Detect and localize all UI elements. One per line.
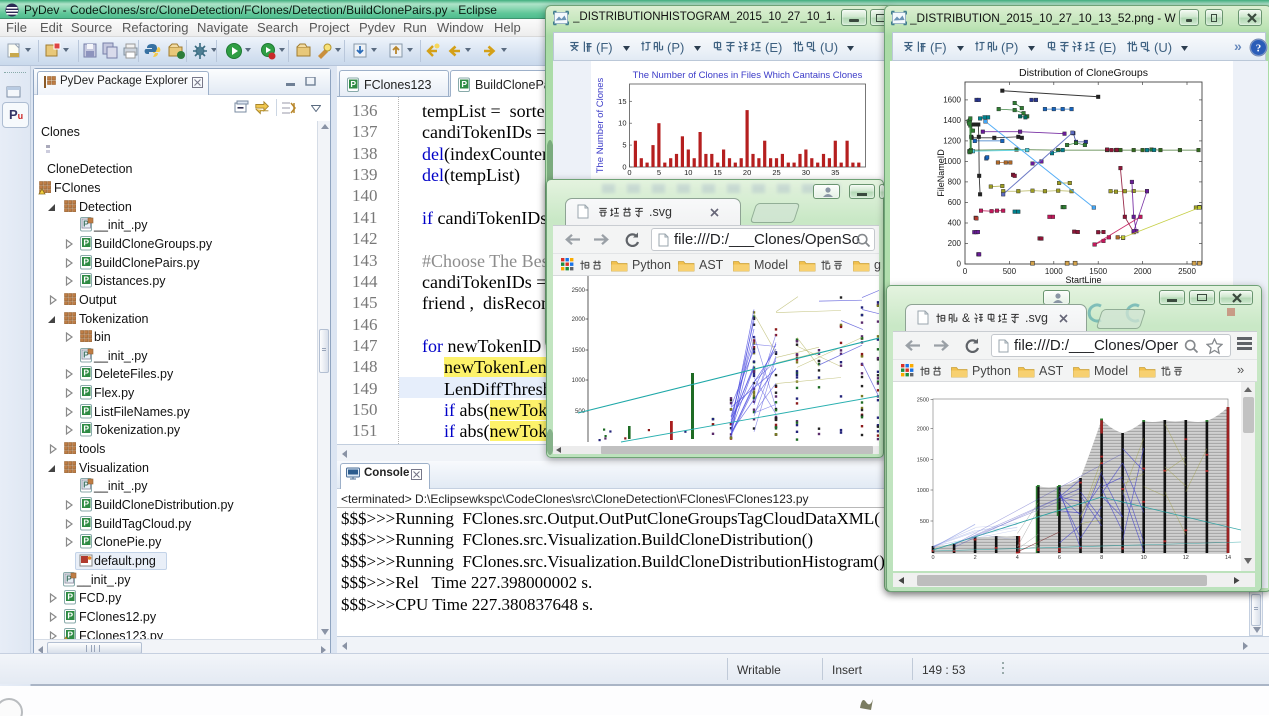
svg-text:P: P <box>67 629 73 639</box>
svg-text:25: 25 <box>772 168 780 177</box>
svg-text:5: 5 <box>622 141 626 150</box>
svg-text:800: 800 <box>948 177 962 186</box>
svg-text:The Number of Clones: The Number of Clones <box>595 77 606 173</box>
svg-text:15: 15 <box>714 168 722 177</box>
svg-text:5: 5 <box>657 168 661 177</box>
svg-text:500: 500 <box>920 519 929 525</box>
svg-text:1500: 1500 <box>917 458 929 464</box>
svg-text:1600: 1600 <box>943 95 961 104</box>
svg-text:P: P <box>83 405 89 415</box>
svg-text:The Number of Clones in Files: The Number of Clones in Files Which Cant… <box>633 70 863 81</box>
svg-text:500: 500 <box>1003 267 1017 276</box>
svg-text:0: 0 <box>627 168 631 177</box>
svg-text:P: P <box>83 368 89 378</box>
svg-text:10: 10 <box>1141 555 1147 561</box>
svg-text:1200: 1200 <box>943 136 961 145</box>
svg-text:P: P <box>83 237 89 247</box>
svg-text:1000: 1000 <box>1045 267 1063 276</box>
svg-text:8: 8 <box>1100 555 1103 561</box>
svg-text:0: 0 <box>931 555 934 561</box>
svg-text:P: P <box>83 499 89 509</box>
svg-text:1000: 1000 <box>917 488 929 494</box>
svg-text:P: P <box>83 536 89 546</box>
svg-text:0: 0 <box>957 260 962 269</box>
svg-text:20: 20 <box>743 168 751 177</box>
svg-text:P: P <box>67 592 73 602</box>
svg-text:2: 2 <box>974 555 977 561</box>
svg-text:P: P <box>83 517 89 527</box>
svg-text:2500: 2500 <box>572 288 586 294</box>
svg-text:P: P <box>350 79 356 89</box>
svg-text:6: 6 <box>1058 555 1061 561</box>
svg-text:1000: 1000 <box>943 157 961 166</box>
svg-text:0: 0 <box>963 267 968 276</box>
svg-text:12: 12 <box>1183 555 1189 561</box>
svg-text:0: 0 <box>622 163 626 172</box>
svg-text:2000: 2000 <box>572 317 586 323</box>
svg-text:2000: 2000 <box>917 427 929 433</box>
svg-text:4: 4 <box>1016 555 1019 561</box>
svg-text:1000: 1000 <box>572 378 586 384</box>
svg-text:1500: 1500 <box>1089 267 1107 276</box>
svg-text:14: 14 <box>1225 555 1231 561</box>
svg-text:15: 15 <box>618 97 626 106</box>
svg-text:1500: 1500 <box>572 348 586 354</box>
svg-text:400: 400 <box>948 219 962 228</box>
svg-text:P: P <box>461 79 467 89</box>
svg-text:10: 10 <box>684 168 692 177</box>
svg-text:Distribution of CloneGroups: Distribution of CloneGroups <box>1019 67 1148 79</box>
svg-text:30: 30 <box>802 168 810 177</box>
svg-text:P: P <box>83 387 89 397</box>
svg-text:P: P <box>83 275 89 285</box>
svg-text:StartLine: StartLine <box>1065 275 1101 285</box>
svg-text:2500: 2500 <box>917 398 929 404</box>
svg-text:P: P <box>67 610 73 620</box>
svg-text:2000: 2000 <box>1134 267 1152 276</box>
svg-text:600: 600 <box>948 198 962 207</box>
svg-text:10: 10 <box>618 119 626 128</box>
svg-text:200: 200 <box>948 239 962 248</box>
svg-text:?: ? <box>1256 43 1262 55</box>
svg-text:35: 35 <box>831 168 839 177</box>
svg-text:1400: 1400 <box>943 116 961 125</box>
svg-text:P: P <box>83 256 89 266</box>
svg-text:2500: 2500 <box>1178 267 1196 276</box>
svg-text:P: P <box>83 424 89 434</box>
